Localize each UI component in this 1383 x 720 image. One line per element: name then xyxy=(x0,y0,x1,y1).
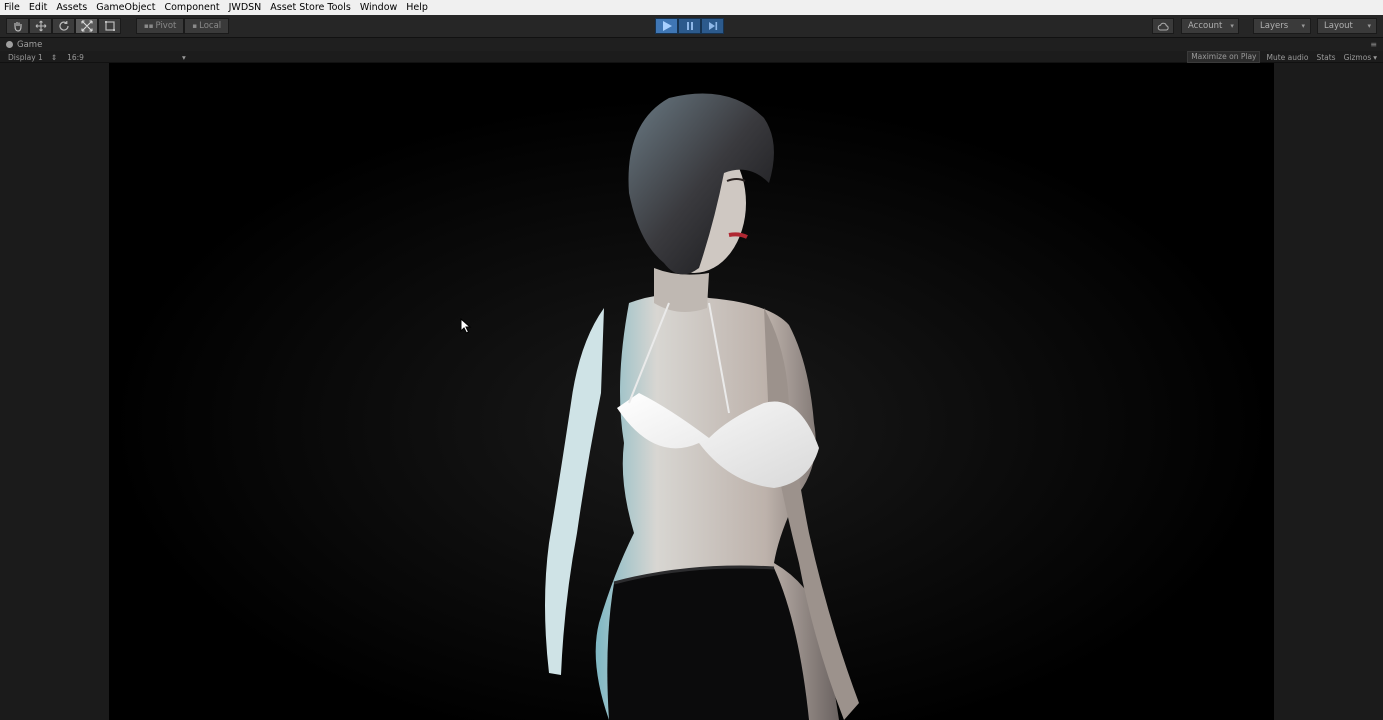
layers-label: Layers xyxy=(1260,21,1289,31)
cloud-icon xyxy=(1157,22,1169,30)
menu-bar: File Edit Assets GameObject Component JW… xyxy=(0,0,1383,15)
scale-icon xyxy=(80,20,93,32)
maximize-on-play-toggle[interactable]: Maximize on Play xyxy=(1187,51,1261,63)
scale-tool-button[interactable] xyxy=(75,18,98,34)
layout-label: Layout xyxy=(1324,21,1353,31)
menu-window[interactable]: Window xyxy=(360,0,397,15)
account-dropdown[interactable]: Account ▾ xyxy=(1181,18,1239,34)
rect-icon xyxy=(104,21,115,31)
game-tab-bar: Game ≡ xyxy=(0,38,1383,51)
chevron-down-icon: ▾ xyxy=(1367,22,1371,30)
local-icon: ▪ xyxy=(192,22,198,30)
account-label: Account xyxy=(1188,21,1223,31)
tab-menu-icon[interactable]: ≡ xyxy=(1370,40,1377,49)
move-tool-button[interactable] xyxy=(29,18,52,34)
rect-tool-button[interactable] xyxy=(98,18,121,34)
menu-file[interactable]: File xyxy=(4,0,20,15)
menu-assets[interactable]: Assets xyxy=(56,0,87,15)
unity-editor-window: File Edit Assets GameObject Component JW… xyxy=(0,0,1383,720)
display-dropdown-arrow-icon[interactable]: ⇕ xyxy=(51,53,57,62)
aspect-dropdown[interactable]: 16:9 xyxy=(67,53,84,62)
pause-button[interactable] xyxy=(678,18,701,34)
menu-gameobject[interactable]: GameObject xyxy=(96,0,155,15)
hand-tool-button[interactable] xyxy=(6,18,29,34)
layout-dropdown[interactable]: Layout ▾ xyxy=(1317,18,1377,34)
step-icon xyxy=(708,22,717,30)
game-render[interactable] xyxy=(109,63,1274,720)
game-view-controls: Display 1 ⇕ 16:9 ▾ Maximize on Play Mute… xyxy=(0,51,1383,63)
menu-asset-store-tools[interactable]: Asset Store Tools xyxy=(270,0,351,15)
menu-component[interactable]: Component xyxy=(164,0,219,15)
gizmos-dropdown[interactable]: Gizmos xyxy=(1344,53,1372,62)
play-button[interactable] xyxy=(655,18,678,34)
main-toolbar: ▪▪ Pivot ▪ Local Account ▾ Layers ▾ Layout ▾ xyxy=(0,15,1383,38)
menu-jwdsn[interactable]: JWDSN xyxy=(229,0,262,15)
mouse-cursor-icon xyxy=(460,318,472,334)
display-dropdown[interactable]: Display 1 xyxy=(8,53,43,62)
play-icon xyxy=(662,21,672,31)
mute-audio-toggle[interactable]: Mute audio xyxy=(1266,53,1308,62)
aspect-dropdown-arrow-icon[interactable]: ▾ xyxy=(182,53,186,62)
rotate-icon xyxy=(58,21,69,31)
menu-edit[interactable]: Edit xyxy=(29,0,47,15)
pivot-icon: ▪▪ xyxy=(144,22,154,30)
character-render xyxy=(109,63,1274,720)
layers-dropdown[interactable]: Layers ▾ xyxy=(1253,18,1311,34)
rotate-tool-button[interactable] xyxy=(52,18,75,34)
menu-help[interactable]: Help xyxy=(406,0,428,15)
pivot-label: Pivot xyxy=(155,21,177,31)
cloud-button[interactable] xyxy=(1152,18,1174,34)
transform-tools xyxy=(6,18,121,34)
chevron-down-icon: ▾ xyxy=(1301,22,1305,30)
playback-controls xyxy=(655,18,724,34)
game-viewport[interactable] xyxy=(0,63,1383,720)
pause-icon xyxy=(686,22,693,30)
step-button[interactable] xyxy=(701,18,724,34)
local-label: Local xyxy=(199,21,222,31)
tab-game-label: Game xyxy=(17,39,43,50)
stats-toggle[interactable]: Stats xyxy=(1316,53,1335,62)
tab-game[interactable]: Game xyxy=(6,38,42,51)
move-icon xyxy=(35,20,46,32)
pivot-toggle-group: ▪▪ Pivot ▪ Local xyxy=(136,18,230,34)
pivot-button[interactable]: ▪▪ Pivot xyxy=(136,18,185,34)
local-button[interactable]: ▪ Local xyxy=(184,18,230,34)
hand-icon xyxy=(13,22,22,32)
chevron-down-icon: ▾ xyxy=(1230,22,1234,30)
chevron-down-icon[interactable]: ▾ xyxy=(1373,53,1377,62)
game-view-icon xyxy=(6,41,13,48)
